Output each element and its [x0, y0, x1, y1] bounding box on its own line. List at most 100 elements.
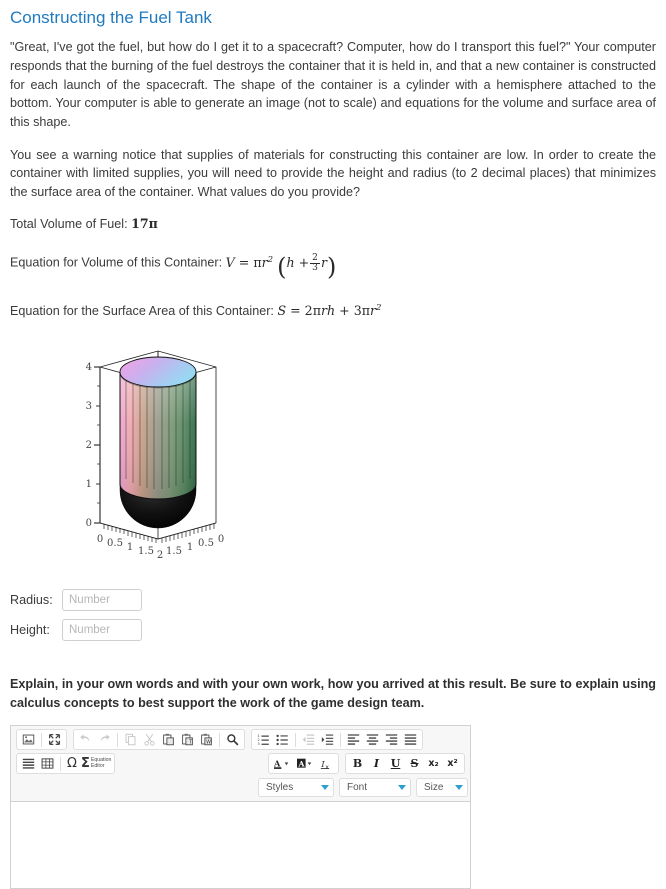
- remove-format-icon[interactable]: I x: [318, 755, 335, 772]
- search-icon[interactable]: [224, 731, 241, 748]
- redo-icon[interactable]: [96, 731, 113, 748]
- x-tick-right-0: 1.5: [166, 546, 182, 557]
- intro-paragraph: "Great, I've got the fuel, but how do I …: [10, 40, 656, 129]
- surface-coef1: 2: [304, 303, 313, 319]
- toolbar-row-3: Styles Font Size: [13, 778, 468, 798]
- align-left-icon[interactable]: [345, 731, 362, 748]
- toolbar-selects: Styles Font Size: [253, 778, 468, 798]
- toolbar-row-2-right: A A I x B I U S x₂ x²: [265, 753, 468, 775]
- maximize-icon[interactable]: [46, 731, 63, 748]
- surface-equals: =: [290, 303, 301, 319]
- z-tick-2: 2: [86, 440, 92, 451]
- styles-select-label: Styles: [266, 782, 294, 794]
- z-tick-0: 0: [86, 518, 92, 529]
- surface-coef2: 3: [353, 303, 362, 319]
- sigma-glyph: Σ: [81, 756, 90, 772]
- toolbar-group-insert: Ω Σ Equation Editor: [16, 753, 116, 775]
- svg-text:A: A: [274, 758, 281, 768]
- equation-editor-button[interactable]: Σ Equation Editor: [81, 755, 111, 772]
- copy-icon[interactable]: [122, 731, 139, 748]
- size-select[interactable]: Size: [416, 778, 468, 798]
- align-center-icon[interactable]: [364, 731, 381, 748]
- radius-field-row: Radius:: [10, 589, 656, 612]
- radius-input[interactable]: [62, 589, 142, 612]
- increase-indent-icon[interactable]: [319, 731, 336, 748]
- container-3d-plot-wrap: 0 2 1 3 4 0 0.5 1 1.5 2 1.5 1 0.5 0: [10, 343, 656, 575]
- underline-icon[interactable]: U: [387, 755, 404, 772]
- total-volume-line: Total Volume of Fuel: 17π: [10, 215, 656, 234]
- plot-z-axis: [94, 366, 101, 524]
- toolbar-separator: [41, 732, 42, 747]
- equation-editor-label: Equation Editor: [91, 757, 111, 770]
- background-color-icon[interactable]: A: [295, 755, 316, 772]
- bulleted-list-icon[interactable]: [274, 731, 291, 748]
- surface-plus: +: [339, 303, 350, 319]
- x-tick-left-1: 0.5: [107, 538, 123, 549]
- toolbar-group-formatting: B I U S x₂ x²: [345, 753, 465, 775]
- height-input[interactable]: [62, 619, 142, 642]
- paste-from-word-icon[interactable]: W: [198, 731, 215, 748]
- z-tick-1: 1: [86, 479, 92, 490]
- x-tick-center: 2: [157, 550, 163, 561]
- x-tick-right-2: 0.5: [198, 538, 214, 549]
- cut-icon[interactable]: [141, 731, 158, 748]
- cylinder-shading: [120, 373, 196, 500]
- svg-text:A: A: [297, 759, 305, 768]
- volume-equation-label: Equation for Volume of this Container:: [10, 255, 223, 270]
- paste-text-icon[interactable]: T: [179, 731, 196, 748]
- cylinder-top-cap: [119, 356, 197, 388]
- svg-text:W: W: [206, 740, 211, 746]
- surface-equation-label: Equation for the Surface Area of this Co…: [10, 304, 274, 319]
- subscript-icon[interactable]: x₂: [425, 755, 442, 772]
- volume-equation: V = πr2 (h +2 3 r): [226, 253, 337, 281]
- toolbar-row-1: T W 1 2 3: [13, 729, 468, 751]
- special-character-icon[interactable]: Ω: [65, 755, 79, 772]
- size-select-label: Size: [424, 782, 444, 794]
- x-tick-left-2: 1: [127, 542, 133, 553]
- styles-select[interactable]: Styles: [258, 778, 334, 798]
- blockquote-icon[interactable]: [20, 755, 37, 772]
- volume-pi: π: [253, 254, 262, 270]
- undo-icon[interactable]: [77, 731, 94, 748]
- text-color-icon[interactable]: A: [272, 755, 293, 772]
- radius-label: Radius:: [10, 593, 53, 608]
- strikethrough-icon[interactable]: S: [406, 755, 423, 772]
- height-field-row: Height:: [10, 619, 656, 642]
- decrease-indent-icon[interactable]: [300, 731, 317, 748]
- image-icon[interactable]: [20, 731, 37, 748]
- align-justify-icon[interactable]: [402, 731, 419, 748]
- answer-fields: Radius: Height:: [10, 589, 656, 642]
- table-icon[interactable]: [39, 755, 56, 772]
- toolbar-group-document: [16, 729, 67, 751]
- svg-text:x: x: [325, 763, 329, 770]
- toolbar-group-colors: A A I x: [268, 753, 339, 775]
- bold-icon[interactable]: B: [349, 755, 366, 772]
- total-volume-label: Total Volume of Fuel:: [10, 217, 128, 232]
- volume-r-exponent: 2: [267, 254, 274, 265]
- numbered-list-icon[interactable]: 1 2 3: [255, 731, 272, 748]
- font-select[interactable]: Font: [339, 778, 411, 798]
- volume-equals: =: [238, 254, 250, 270]
- plot-z-tick-labels: 0 2 1 3 4: [86, 362, 92, 529]
- toolbar-separator: [117, 732, 118, 747]
- x-tick-left-3: 1.5: [138, 546, 154, 557]
- rich-text-editor: T W 1 2 3 Ω Σ Equation Editor A A I x B …: [10, 725, 471, 889]
- x-tick-right-3: 0: [218, 534, 224, 545]
- toolbar-separator: [219, 732, 220, 747]
- z-tick-4: 4: [86, 362, 92, 373]
- toolbar-row-2-left: Ω Σ Equation Editor: [13, 753, 118, 775]
- italic-icon[interactable]: I: [368, 755, 385, 772]
- paste-icon[interactable]: [160, 731, 177, 748]
- omega-glyph: Ω: [67, 756, 77, 772]
- volume-frac-denominator: 3: [312, 263, 318, 274]
- surface-h: h: [327, 303, 336, 319]
- chevron-down-icon: [455, 785, 463, 791]
- toolbar-row-2: Ω Σ Equation Editor A A I x B I U S x₂ x…: [13, 753, 468, 775]
- volume-close-paren: ): [326, 253, 337, 282]
- surface-r2-exponent: 2: [376, 303, 382, 314]
- superscript-icon[interactable]: x²: [444, 755, 461, 772]
- editor-body[interactable]: [11, 802, 470, 889]
- align-right-icon[interactable]: [383, 731, 400, 748]
- toolbar-group-paragraph: 1 2 3: [251, 729, 423, 751]
- superscript-glyph: x²: [447, 757, 458, 769]
